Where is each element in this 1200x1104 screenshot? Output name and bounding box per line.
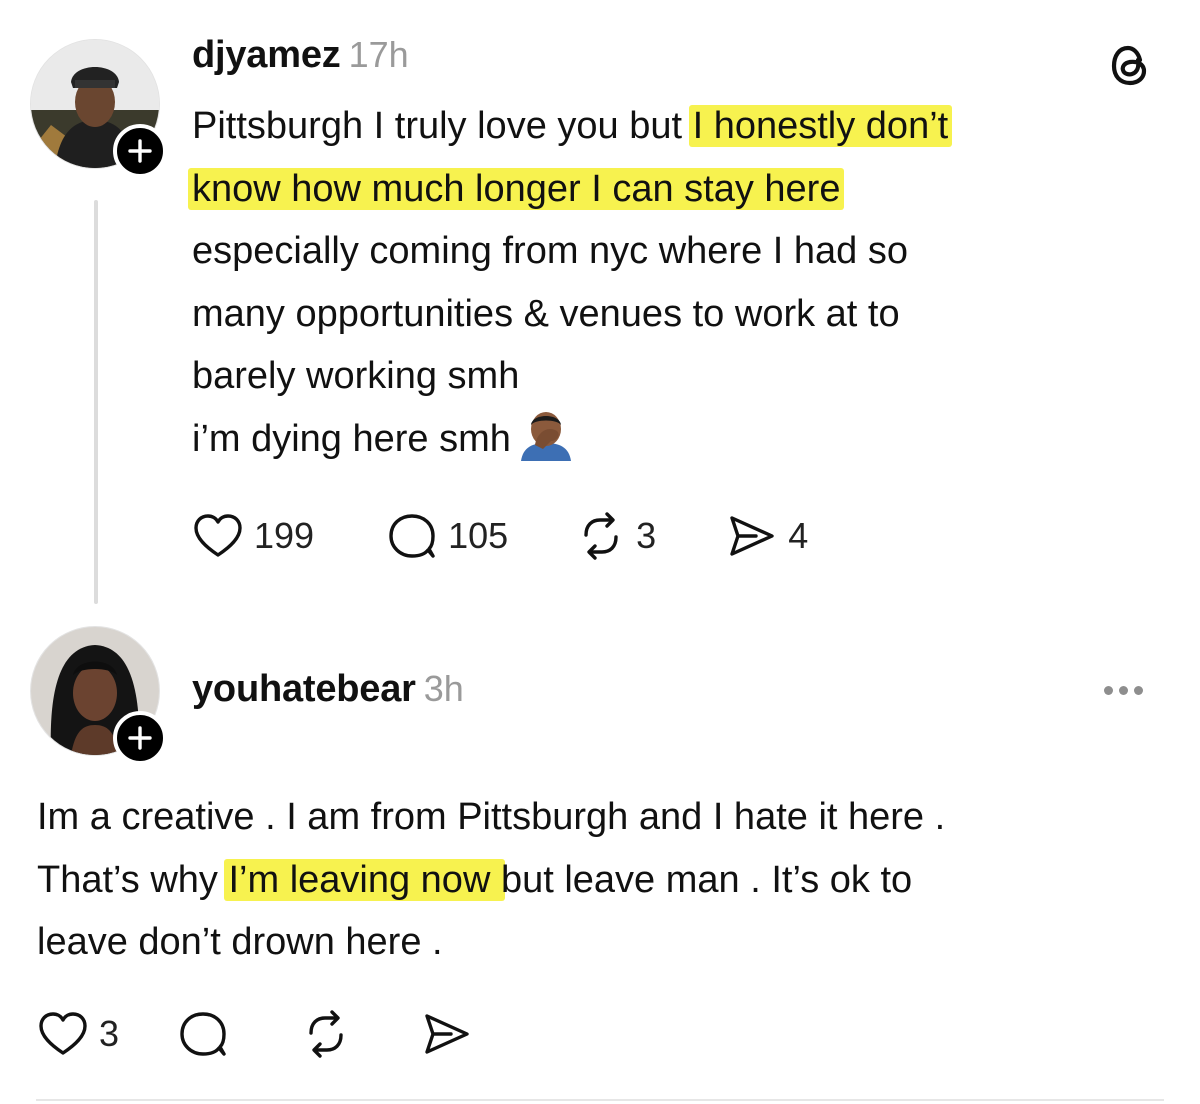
- timestamp: 17h: [348, 34, 409, 75]
- like-count: 3: [99, 1013, 120, 1054]
- person-facepalming-icon: [517, 411, 575, 481]
- heart-icon: [39, 1012, 87, 1055]
- follow-button-djyamez[interactable]: [113, 124, 167, 178]
- post-line: many opportunities & venues to work at t…: [192, 292, 900, 335]
- plus-icon: [128, 139, 152, 163]
- send-icon: [425, 1014, 469, 1054]
- repost-icon: [309, 1010, 343, 1058]
- username[interactable]: youhatebear: [192, 668, 416, 710]
- like-button[interactable]: 199: [192, 512, 314, 560]
- follow-button-youhatebear[interactable]: [113, 711, 167, 765]
- repost-count: 3: [636, 515, 657, 556]
- post-line: That’s why I’m leaving now but leave man…: [37, 849, 945, 912]
- heart-icon: [194, 514, 242, 557]
- post-body: Im a creative . I am from Pittsburgh and…: [37, 786, 945, 974]
- plus-icon: [128, 726, 152, 750]
- share-button[interactable]: [421, 1010, 473, 1058]
- highlighted-text: I’m leaving now: [224, 858, 505, 901]
- share-count: 4: [788, 515, 809, 556]
- highlighted-text: know how much longer I can stay here: [188, 167, 845, 210]
- like-count: 199: [254, 515, 315, 556]
- comment-icon: [389, 514, 435, 558]
- reply-button[interactable]: 105: [386, 510, 508, 562]
- post-line: especially coming from nyc where I had s…: [192, 230, 908, 272]
- post-header: youhatebear 3h: [192, 668, 464, 711]
- repost-icon: [584, 512, 618, 560]
- thread-connector-line: [94, 200, 98, 604]
- comment-icon: [180, 1012, 226, 1056]
- reply-button[interactable]: [177, 1008, 229, 1060]
- reply-count: 105: [448, 515, 509, 556]
- text-segment: That’s why: [37, 858, 229, 901]
- post-line: i’m dying here smh: [192, 408, 948, 471]
- post-actions: 199 105 3 4: [192, 510, 808, 562]
- post-line: Pittsburgh I truly love you but I honest…: [192, 95, 953, 158]
- post-line: leave don’t drown here .: [37, 921, 443, 963]
- divider: [36, 1099, 1164, 1101]
- username[interactable]: djyamez: [192, 34, 341, 76]
- highlighted-text: I honestly don’t: [688, 105, 953, 147]
- like-button[interactable]: 3: [37, 1010, 119, 1058]
- post-body: Pittsburgh I truly love you but I honest…: [188, 95, 953, 471]
- post-line: know how much longer I can stay here: [188, 158, 948, 221]
- post-header: djyamez 17h: [192, 34, 409, 77]
- send-icon: [730, 516, 774, 556]
- threads-logo-icon[interactable]: [1108, 40, 1152, 95]
- timestamp: 3h: [423, 668, 464, 709]
- repost-button[interactable]: [301, 1009, 351, 1059]
- post-line: Im a creative . I am from Pittsburgh and…: [37, 796, 946, 838]
- post-line: barely working smh: [192, 355, 520, 397]
- text-segment: but leave man . It’s ok to: [500, 858, 913, 901]
- text-segment: i’m dying here smh: [192, 417, 511, 460]
- repost-button[interactable]: 3: [576, 511, 656, 561]
- more-options-icon[interactable]: [1104, 686, 1143, 695]
- post-actions: 3: [37, 1008, 473, 1060]
- text-segment: Pittsburgh I truly love you but: [192, 105, 693, 147]
- share-button[interactable]: 4: [726, 512, 808, 560]
